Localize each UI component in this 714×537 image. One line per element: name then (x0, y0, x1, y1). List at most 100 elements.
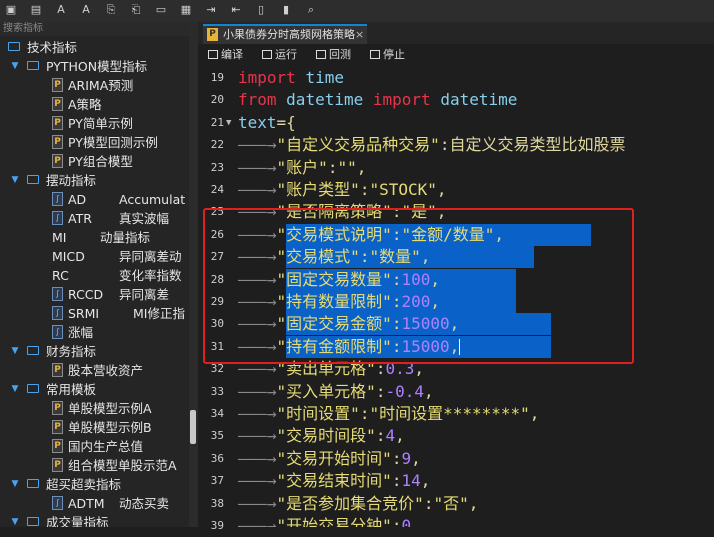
run-label: 运行 (275, 48, 297, 61)
fold-icon[interactable]: ▼ (226, 112, 231, 134)
chevron-down-icon[interactable]: ▼ (10, 380, 20, 399)
tree-item-label: 股本营收资产 (68, 363, 144, 378)
line-number: 24 (210, 183, 224, 196)
code-line[interactable]: text={ (238, 112, 296, 134)
main-toolbar: ▣ ▤ A A ⎘ ⎗ ▭ ▦ ⇥ ⇤ ▯ ▮ ⌕ (0, 0, 714, 22)
indent-icon[interactable]: ⇥ (204, 3, 218, 17)
tree-root-technical[interactable]: 技术指标 (0, 38, 189, 57)
save-all-icon[interactable]: ▤ (29, 3, 43, 17)
tree-group[interactable]: ▼ 财务指标 (0, 342, 189, 361)
tree-item-label: 组合模型单股示范A (68, 458, 177, 473)
tree-item[interactable]: P 国内生产总值 (0, 437, 189, 456)
code-line[interactable]: ———→"自定义交易品种交易":自定义交易类型比如股票 (238, 134, 625, 156)
tree-item[interactable]: ∫ ATR 真实波幅 (0, 209, 189, 228)
tree-item[interactable]: RC 变化率指数 (0, 266, 189, 285)
compile-icon (208, 50, 218, 59)
tree-group-label: 财务指标 (46, 344, 97, 359)
collapse-handle[interactable] (190, 410, 196, 444)
tree-group[interactable]: ▼ 常用模板 (0, 380, 189, 399)
paste-icon[interactable]: ▦ (179, 3, 193, 17)
code-line[interactable]: ———→"开始交易分钟":0, (238, 515, 421, 527)
python-file-icon: P (52, 401, 63, 415)
code-line[interactable]: ———→"账户":"", (238, 157, 366, 179)
code-line[interactable]: import time (238, 67, 344, 89)
chevron-down-icon[interactable]: ▼ (10, 475, 20, 494)
python-file-icon: P (52, 97, 63, 111)
code-line[interactable]: from datetime import datetime (238, 89, 517, 111)
code-line[interactable]: ———→"交易结束时间":14, (238, 470, 430, 492)
tree-item-label: AD (68, 192, 87, 207)
compile-button[interactable]: 编译 (208, 44, 243, 66)
chevron-down-icon[interactable]: ▼ (10, 57, 20, 76)
formula-file-icon: ∫ (52, 496, 63, 510)
tree-item[interactable]: ∫ RCCD 异同离差 (0, 285, 189, 304)
code-line[interactable]: ———→"交易时间段":4, (238, 425, 405, 447)
folder-icon (27, 517, 39, 526)
python-file-icon: P (52, 78, 63, 92)
tree-item[interactable]: MICD 异同离差动 (0, 247, 189, 266)
tree-item[interactable]: ∫ ADTM 动态买卖 (0, 494, 189, 513)
search-icon[interactable]: ⌕ (304, 3, 318, 17)
tree-group-label: PYTHON模型指标 (46, 59, 148, 74)
tree-group[interactable]: ▼ 成交量指标 (0, 513, 189, 527)
tree-group[interactable]: ▼ PYTHON模型指标 (0, 57, 189, 76)
line-number: 19 (210, 71, 224, 84)
python-file-icon: P (52, 439, 63, 453)
stop-button[interactable]: 停止 (370, 44, 405, 66)
backtest-icon (316, 50, 326, 59)
redo-icon[interactable]: ⎗ (129, 3, 143, 17)
save-icon[interactable]: ▣ (4, 3, 18, 17)
line-number: 34 (210, 407, 224, 420)
chevron-down-icon[interactable]: ▼ (10, 342, 20, 361)
tree-group-label: 摆动指标 (46, 173, 97, 188)
code-line[interactable]: ———→"是否参加集合竞价":"否", (238, 493, 478, 515)
tree-item[interactable]: P PY模型回测示例 (0, 133, 189, 152)
tree-item[interactable]: P 单股模型示例B (0, 418, 189, 437)
line-number: 21 ▼ (198, 112, 232, 134)
comment-icon[interactable]: ▯ (254, 3, 268, 17)
tree-item[interactable]: P 组合模型单股示范A (0, 456, 189, 475)
chevron-down-icon[interactable]: ▼ (10, 171, 20, 190)
font-decrease-icon[interactable]: A (54, 3, 68, 17)
stop-icon (370, 50, 380, 59)
uncomment-icon[interactable]: ▮ (279, 3, 293, 17)
tree-item[interactable]: P PY简单示例 (0, 114, 189, 133)
chevron-down-icon[interactable]: ▼ (10, 513, 20, 527)
code-line[interactable]: ———→"买入单元格":-0.4, (238, 381, 434, 403)
tree-item[interactable]: P A策略 (0, 95, 189, 114)
tree-item[interactable]: P PY组合模型 (0, 152, 189, 171)
code-line[interactable]: ———→"账户类型":"STOCK", (238, 179, 447, 201)
copy-icon[interactable]: ▭ (154, 3, 168, 17)
code-line[interactable]: ———→"交易开始时间":9, (238, 448, 421, 470)
run-button[interactable]: 运行 (262, 44, 297, 66)
tree-search-label[interactable]: 搜索指标 (0, 22, 189, 36)
tree-item[interactable]: ∫ AD Accumulat (0, 190, 189, 209)
backtest-label: 回测 (329, 48, 351, 61)
font-increase-icon[interactable]: A (79, 3, 93, 17)
editor-tab[interactable]: P 小果债券分时高频网格策略 × (203, 24, 367, 44)
tree-item-label: 单股模型示例B (68, 420, 152, 435)
tree-item[interactable]: P ARIMA预测 (0, 76, 189, 95)
tree-item[interactable]: ∫ SRMI MI修正指 (0, 304, 189, 323)
tree-item[interactable]: ∫ 涨幅 (0, 323, 189, 342)
tree-item-label: A策略 (68, 97, 102, 112)
indicator-tree-panel: 搜索指标 技术指标 ▼ PYTHON模型指标 P ARIMA预测 P A策略 P PY简单示例 P… (0, 22, 189, 527)
tree-group[interactable]: ▼ 摆动指标 (0, 171, 189, 190)
formula-file-icon: ∫ (52, 325, 63, 339)
tree-item-label: PY组合模型 (68, 154, 133, 169)
tree-item[interactable]: P 单股模型示例A (0, 399, 189, 418)
code-line[interactable]: ———→"时间设置":"时间设置********", (238, 403, 539, 425)
tree-item[interactable]: MI 动量指标 (0, 228, 189, 247)
panel-splitter[interactable] (189, 22, 198, 527)
editor-tab-bar: P 小果债券分时高频网格策略 × (198, 22, 714, 44)
tree-item-desc: 异同离差 (119, 287, 170, 302)
tree-item[interactable]: P 股本营收资产 (0, 361, 189, 380)
tab-close-icon[interactable]: × (355, 26, 364, 43)
tree-group[interactable]: ▼ 超买超卖指标 (0, 475, 189, 494)
tree-item-desc: MI修正指 (133, 306, 185, 321)
tree-item-label: MICD (52, 249, 85, 264)
tab-title: 小果债券分时高频网格策略 (223, 28, 355, 41)
undo-icon[interactable]: ⎘ (104, 3, 118, 17)
outdent-icon[interactable]: ⇤ (229, 3, 243, 17)
backtest-button[interactable]: 回测 (316, 44, 351, 66)
